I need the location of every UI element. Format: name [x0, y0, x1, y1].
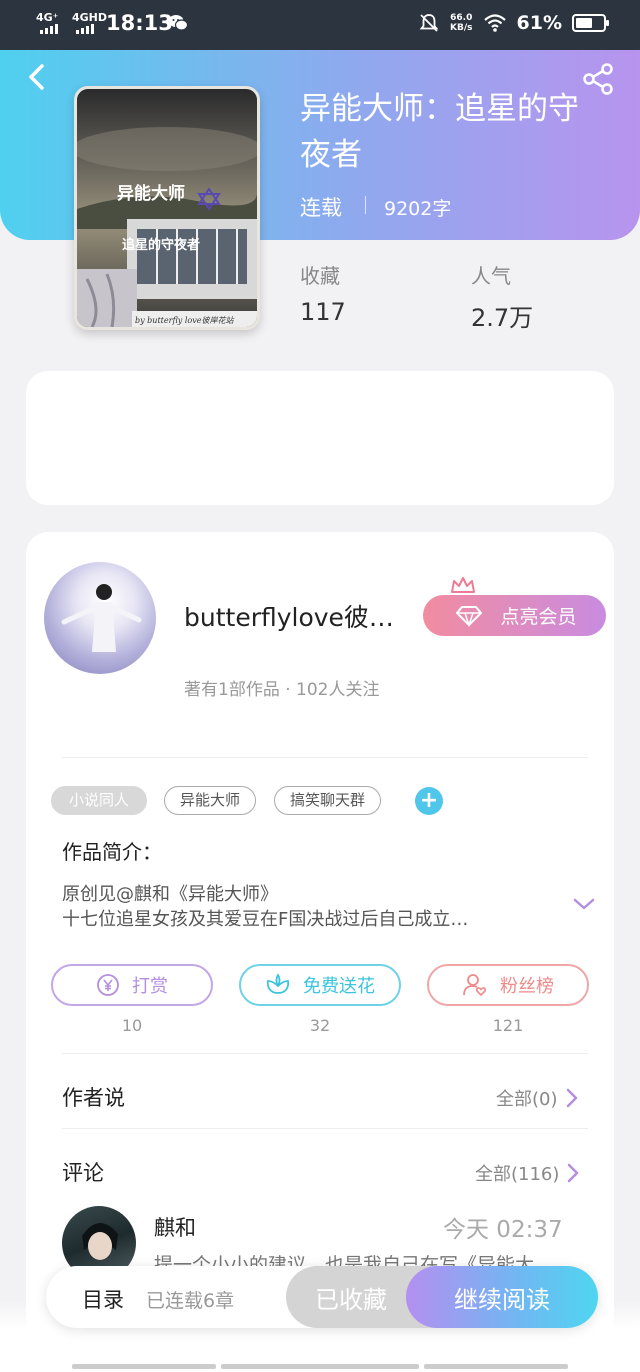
avatar[interactable]	[44, 562, 156, 674]
battery-icon	[572, 14, 609, 32]
word-count: 9202字	[384, 198, 452, 220]
comments-title: 评论	[62, 1161, 104, 1185]
add-tag-button[interactable]: +	[415, 787, 443, 815]
crown-icon	[451, 577, 475, 593]
diamond-icon	[456, 605, 483, 627]
fan-person-icon	[463, 974, 487, 997]
fan-ranking-label: 粉丝榜	[500, 976, 554, 997]
commenter-name[interactable]: 麒和	[154, 1212, 196, 1242]
chevron-right-icon	[568, 1163, 579, 1183]
intro-text-line1: 原创见@麒和《异能大师》	[62, 884, 278, 905]
fan-ranking-button[interactable]: 粉丝榜	[427, 964, 589, 1006]
network-speed: 66.0 KB/s	[450, 13, 473, 33]
divider	[62, 757, 588, 758]
wifi-icon	[483, 14, 506, 32]
tip-button[interactable]: 打赏	[51, 964, 213, 1006]
chapter-count[interactable]: 已连载6章	[146, 1286, 234, 1313]
send-flower-button[interactable]: 免费送花	[239, 964, 401, 1006]
comments-all-link[interactable]: 全部(116)	[475, 1160, 579, 1186]
fan-count: 121	[492, 1016, 524, 1035]
divider	[365, 196, 366, 214]
divider	[62, 1053, 588, 1054]
stat-popularity-label: 人气	[471, 264, 511, 288]
toc-button[interactable]: 目录	[82, 1284, 124, 1314]
clock: 18:13	[106, 11, 173, 35]
continue-reading-label: 继续阅读	[454, 1285, 550, 1314]
book-title: 异能大师：追星的守夜者	[300, 91, 579, 173]
send-flower-label: 免费送花	[303, 976, 375, 997]
gesture-bar	[72, 1364, 216, 1369]
mute-bell-icon	[419, 14, 439, 32]
tag-ability-master[interactable]: 异能大师	[164, 786, 256, 815]
book-cover-image: 异能大师 追星的守夜者 by butterfly love彼岸花站	[77, 89, 257, 327]
tag-novel-fanfic[interactable]: 小说同人	[51, 786, 147, 815]
vip-button-label: 点亮会员	[500, 606, 577, 628]
network-indicator: 4G⁺	[36, 11, 59, 24]
author-says-all-label: 全部(0)	[496, 1089, 558, 1110]
book-cover[interactable]: 异能大师 追星的守夜者 by butterfly love彼岸花站	[74, 86, 260, 330]
favorited-label: 已收藏	[315, 1285, 387, 1314]
comments-all-label: 全部(116)	[475, 1164, 560, 1185]
chevron-right-icon	[566, 1088, 577, 1108]
intro-title: 作品简介：	[62, 840, 162, 864]
tip-label: 打赏	[132, 976, 168, 997]
cover-title-text: 异能大师	[117, 183, 185, 204]
author-meta: 著有1部作品 · 102人关注	[184, 680, 380, 700]
divider	[62, 1128, 588, 1129]
author-says-title: 作者说	[62, 1086, 125, 1110]
back-arrow-icon[interactable]	[22, 62, 52, 92]
battery-percent: 61%	[516, 12, 562, 34]
author-name[interactable]: butterflylove彼…	[184, 598, 404, 634]
flower-count: 32	[309, 1016, 331, 1035]
cover-credit-text: by butterfly love彼岸花站	[135, 316, 234, 325]
status-bar: 4G⁺ 4GHD 18:13 66.0 KB/s 61%	[0, 0, 640, 50]
stat-favorites-value: 117	[300, 298, 346, 326]
signal-icon-2	[76, 24, 94, 34]
chevron-down-icon[interactable]	[572, 896, 596, 912]
gesture-bar	[221, 1364, 419, 1369]
ad-placeholder-card	[26, 371, 614, 505]
yen-coin-icon	[97, 974, 119, 996]
comment-timestamp: 今天 02:37	[443, 1217, 563, 1243]
continue-reading-button[interactable]: 继续阅读	[406, 1266, 598, 1328]
book-status: 连载	[300, 196, 342, 220]
tag-funny-chat[interactable]: 搞笑聊天群	[274, 786, 381, 815]
intro-text-line2: 十七位追星女孩及其爱豆在F国决战过后自己成立…	[62, 909, 469, 930]
stat-popularity-value: 2.7万	[471, 304, 534, 332]
wechat-icon	[168, 15, 188, 31]
tip-count: 10	[121, 1016, 143, 1035]
gesture-bar	[424, 1364, 568, 1369]
stat-favorites-label: 收藏	[300, 264, 340, 288]
author-says-all-link[interactable]: 全部(0)	[496, 1085, 578, 1111]
flower-icon	[266, 973, 290, 994]
signal-icon	[40, 24, 58, 34]
network-indicator-2: 4GHD	[72, 11, 108, 24]
vip-button[interactable]: 点亮会员	[423, 595, 606, 636]
cover-subtitle-text: 追星的守夜者	[122, 237, 200, 253]
